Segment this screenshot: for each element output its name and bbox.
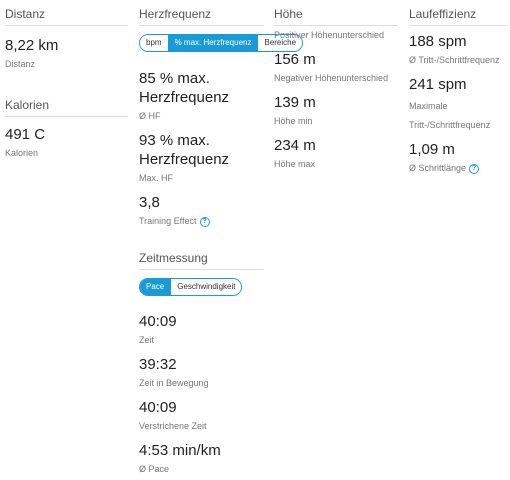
metric-training-effect: 3,8 Training Effect? [139, 193, 264, 227]
metric-stride-length: 1,09 m Ø Schrittlänge? [409, 140, 507, 174]
metric-label: Höhe max [274, 159, 316, 169]
metric-value: 234 m [274, 137, 316, 154]
column-running-dynamics: Laufeffizienz 188 spm Ø Tritt-/Schrittfr… [409, 0, 507, 174]
metric-min-elevation: 139 m Höhe min [274, 93, 398, 127]
section-title-elevation: Höhe [274, 0, 398, 26]
metric-value: 1,09 m [409, 141, 455, 158]
section-title-efficiency: Laufeffizienz [409, 0, 507, 26]
metric-label: Max. HF [139, 173, 174, 183]
toggle-percent-max-hr[interactable]: % max. Herzfrequenz [167, 35, 258, 51]
toggle-speed[interactable]: Geschwindigkeit [170, 279, 242, 295]
metric-label: Positiver Höhenunterschied [274, 30, 385, 40]
metric-max-cadence: 241 spm Maximale Tritt-/Schrittfrequenz [409, 75, 507, 135]
metric-calories: 491 C Kalorien [5, 125, 128, 159]
toggle-pace[interactable]: Pace [140, 279, 171, 295]
help-circle-icon[interactable]: ? [469, 163, 480, 174]
metric-label: Ø Pace [139, 464, 170, 474]
metric-avg-hr: 85 % max. Herzfrequenz Ø HF [139, 69, 264, 122]
metric-value: 491 C [5, 126, 46, 143]
metric-label: Zeit [139, 335, 155, 345]
metric-label: Kalorien [5, 148, 39, 158]
metric-value: 93 % max. Herzfrequenz [139, 132, 230, 168]
section-title-timing: Zeitmessung [139, 244, 264, 270]
metric-value: 156 m [274, 51, 316, 68]
timing-toggle: Pace Geschwindigkeit [139, 276, 264, 296]
metric-value: 241 spm [409, 76, 467, 93]
metric-elevation-loss: 156 m Negativer Höhenunterschied [274, 50, 398, 84]
toggle-bpm[interactable]: bpm [140, 35, 168, 51]
metric-avg-cadence: 188 spm Ø Tritt-/Schrittfrequenz [409, 32, 507, 66]
heart-rate-toggle: bpm % max. Herzfrequenz Bereiche [139, 32, 304, 52]
metric-value: 4:53 min/km [139, 442, 221, 459]
metric-label-text: Ø Schrittlänge [409, 163, 467, 173]
metric-time: 40:09 Zeit [139, 312, 264, 346]
metric-elapsed-time: 40:09 Verstrichene Zeit [139, 398, 264, 432]
metric-value: 3,8 [139, 194, 160, 211]
metric-label: Verstrichene Zeit [139, 421, 207, 431]
column-heart-rate: Herzfrequenz bpm % max. Herzfrequenz Ber… [139, 0, 304, 475]
column-distance: Distanz 8,22 km Distanz Kalorien 491 C K… [5, 0, 128, 159]
metric-label: Distanz [5, 59, 36, 69]
metric-avg-pace: 4:53 min/km Ø Pace [139, 441, 264, 475]
metric-label-text: Training Effect [139, 216, 197, 226]
metric-value: 188 spm [409, 33, 467, 50]
metric-label: Zeit in Bewegung [139, 378, 209, 388]
metric-label: Ø Schrittlänge? [409, 162, 507, 174]
metric-distance: 8,22 km Distanz [5, 36, 128, 70]
metric-label: Ø HF [139, 111, 161, 121]
metric-value: 40:09 [139, 399, 177, 416]
metric-label: Training Effect? [139, 215, 264, 227]
metric-elevation-gain: Positiver Höhenunterschied [274, 29, 398, 41]
metric-max-hr: 93 % max. Herzfrequenz Max. HF [139, 131, 264, 184]
section-title-distance: Distanz [5, 0, 128, 26]
metric-label: Maximale Tritt-/Schrittfrequenz [409, 101, 491, 130]
metric-max-elevation: 234 m Höhe max [274, 136, 398, 170]
column-elevation: Höhe Positiver Höhenunterschied 156 m Ne… [274, 0, 398, 170]
metric-value: 39:32 [139, 356, 177, 373]
section-title-heart-rate: Herzfrequenz [139, 0, 264, 26]
help-circle-icon[interactable]: ? [199, 216, 210, 227]
metric-label: Höhe min [274, 116, 313, 126]
metric-label: Negativer Höhenunterschied [274, 73, 389, 83]
metric-value: 40:09 [139, 313, 177, 330]
timing-segmented-control: Pace Geschwindigkeit [139, 278, 243, 296]
section-title-calories: Kalorien [5, 91, 128, 117]
metric-value: 85 % max. Herzfrequenz [139, 70, 230, 106]
metric-value: 139 m [274, 94, 316, 111]
metric-moving-time: 39:32 Zeit in Bewegung [139, 355, 264, 389]
metric-label: Ø Tritt-/Schrittfrequenz [409, 55, 500, 65]
metric-value: 8,22 km [5, 37, 59, 54]
